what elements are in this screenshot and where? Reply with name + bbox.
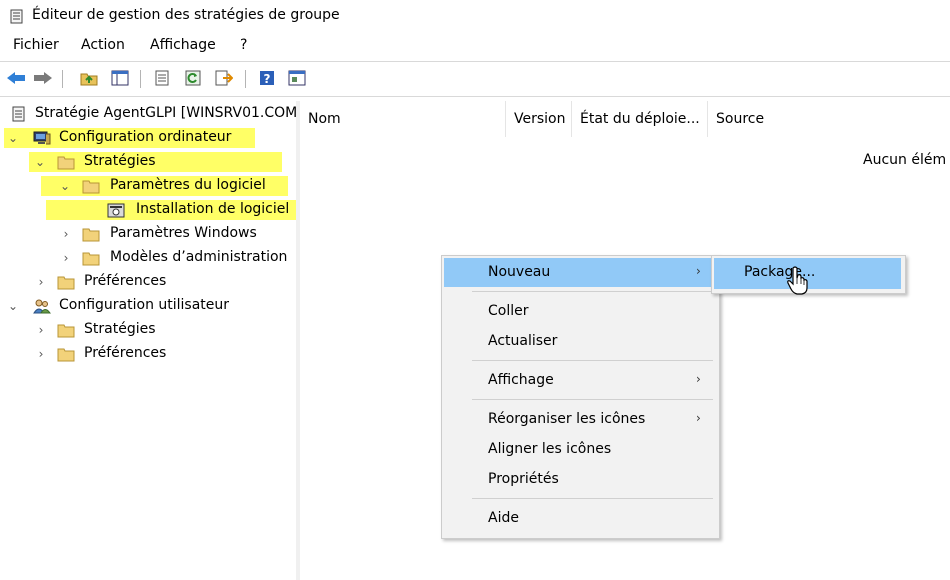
folder-icon	[57, 156, 75, 170]
tree-item-label: Préférences	[84, 345, 167, 361]
users-icon	[33, 299, 51, 314]
console-icon[interactable]	[287, 69, 307, 87]
collapsed-chevron-icon[interactable]: ›	[34, 322, 48, 338]
column-header-nom[interactable]: Nom	[300, 101, 506, 137]
collapsed-chevron-icon[interactable]: ›	[59, 226, 73, 242]
tree-item-label: Modèles d’administration	[110, 249, 288, 265]
menu-item-aide[interactable]: Aide	[444, 504, 715, 533]
menu-separator	[472, 399, 713, 400]
menu-action[interactable]: Action	[81, 37, 125, 53]
tree-item-label: Configuration ordinateur	[59, 129, 232, 145]
hand-cursor-icon	[787, 266, 808, 295]
tree-item-label: Configuration utilisateur	[59, 297, 230, 313]
software-install-icon	[107, 203, 125, 218]
computer-icon	[33, 131, 51, 145]
expand-chevron-icon[interactable]: ⌄	[6, 298, 20, 314]
tree-item-label: Stratégies	[84, 153, 156, 169]
tree-item-software-installation[interactable]: Installation de logiciel	[0, 199, 296, 223]
expand-chevron-icon[interactable]: ⌄	[6, 130, 20, 146]
tree-item-root-policy[interactable]: Stratégie AgentGLPI [WINSRV01.COM	[0, 103, 296, 127]
column-label: Version	[514, 111, 566, 127]
menu-item-nouveau[interactable]: Nouveau ›	[444, 258, 715, 287]
menu-item-proprietes[interactable]: Propriétés	[444, 465, 715, 494]
tree-item-computer-config[interactable]: ⌄ Configuration ordinateur	[0, 127, 296, 151]
show-hide-tree-icon[interactable]	[110, 69, 130, 87]
tree-item-label: Préférences	[84, 273, 167, 289]
tree-item-label: Paramètres Windows	[110, 225, 257, 241]
policy-editor-icon	[10, 9, 23, 24]
menu-item-aligner[interactable]: Aligner les icônes	[444, 435, 715, 464]
folder-icon	[57, 324, 75, 338]
menu-item-affichage[interactable]: Affichage ›	[444, 366, 715, 395]
menu-item-label: Aide	[488, 510, 519, 526]
tree-item-preferences[interactable]: › Préférences	[0, 271, 296, 295]
export-list-icon[interactable]	[214, 69, 234, 87]
menu-item-actualiser[interactable]: Actualiser	[444, 327, 715, 356]
menu-item-label: Affichage	[488, 372, 554, 388]
menu-bar: Fichier Action Affichage ?	[0, 33, 950, 59]
submenu-arrow-icon: ›	[696, 264, 701, 278]
column-header-etat[interactable]: État du déploie...	[572, 101, 708, 137]
menu-item-label: Aligner les icônes	[488, 441, 612, 457]
empty-list-message: Aucun élém	[863, 152, 947, 168]
tree-pane: Stratégie AgentGLPI [WINSRV01.COM ⌄ Conf…	[0, 101, 297, 580]
collapsed-chevron-icon[interactable]: ›	[59, 250, 73, 266]
tree-item-user-preferences[interactable]: › Préférences	[0, 343, 296, 367]
menu-help[interactable]: ?	[240, 37, 247, 53]
folder-icon	[57, 348, 75, 362]
toolbar-separator	[245, 70, 246, 88]
folder-icon	[57, 276, 75, 290]
menu-separator	[472, 360, 713, 361]
properties-icon[interactable]	[152, 69, 172, 87]
collapsed-chevron-icon[interactable]: ›	[34, 274, 48, 290]
menu-item-label: Réorganiser les icônes	[488, 411, 646, 427]
menu-item-label: Propriétés	[488, 471, 559, 487]
tree-item-windows-settings[interactable]: › Paramètres Windows	[0, 223, 296, 247]
collapsed-chevron-icon[interactable]: ›	[34, 346, 48, 362]
context-menu: Nouveau › Coller Actualiser Affichage › …	[441, 255, 720, 539]
forward-arrow-icon[interactable]	[33, 69, 53, 87]
toolbar-separator	[62, 70, 63, 88]
menu-affichage[interactable]: Affichage	[150, 37, 216, 53]
up-folder-icon[interactable]	[79, 69, 99, 87]
menu-item-label: Nouveau	[488, 264, 551, 280]
menu-item-reorganiser[interactable]: Réorganiser les icônes ›	[444, 405, 715, 434]
window-title: Éditeur de gestion des stratégies de gro…	[32, 7, 340, 23]
expand-chevron-icon[interactable]: ⌄	[58, 178, 72, 194]
toolbar: ?	[0, 61, 950, 97]
svg-text:?: ?	[264, 72, 271, 86]
tree-item-label: Paramètres du logiciel	[110, 177, 266, 193]
column-label: Nom	[308, 111, 341, 127]
menu-item-label: Actualiser	[488, 333, 558, 349]
tree-item-user-config[interactable]: ⌄ Configuration utilisateur	[0, 295, 296, 319]
folder-icon	[82, 180, 100, 194]
tree-item-label: Installation de logiciel	[136, 201, 290, 217]
tree-item-label: Stratégies	[84, 321, 156, 337]
help-icon[interactable]: ?	[257, 69, 277, 87]
folder-icon	[82, 228, 100, 242]
column-header-version[interactable]: Version	[506, 101, 572, 137]
tree-item-admin-templates[interactable]: › Modèles d’administration	[0, 247, 296, 271]
tree-item-strategies[interactable]: ⌄ Stratégies	[0, 151, 296, 175]
menu-item-label: Coller	[488, 303, 529, 319]
tree-item-software-settings[interactable]: ⌄ Paramètres du logiciel	[0, 175, 296, 199]
column-header-source[interactable]: Source	[708, 101, 950, 137]
policy-doc-icon	[12, 106, 25, 122]
column-label: État du déploie...	[580, 111, 700, 127]
menu-separator	[472, 498, 713, 499]
tree-item-user-strategies[interactable]: › Stratégies	[0, 319, 296, 343]
toolbar-separator	[140, 70, 141, 88]
title-bar: Éditeur de gestion des stratégies de gro…	[0, 0, 950, 32]
menu-fichier[interactable]: Fichier	[13, 37, 59, 53]
refresh-icon[interactable]	[183, 69, 203, 87]
menu-item-coller[interactable]: Coller	[444, 297, 715, 326]
back-arrow-icon[interactable]	[6, 69, 26, 87]
expand-chevron-icon[interactable]: ⌄	[33, 154, 47, 170]
submenu-arrow-icon: ›	[696, 411, 701, 425]
column-label: Source	[716, 111, 765, 127]
menu-separator	[472, 291, 713, 292]
submenu-arrow-icon: ›	[696, 372, 701, 386]
tree-item-label: Stratégie AgentGLPI [WINSRV01.COM	[35, 105, 297, 121]
folder-icon	[82, 252, 100, 266]
